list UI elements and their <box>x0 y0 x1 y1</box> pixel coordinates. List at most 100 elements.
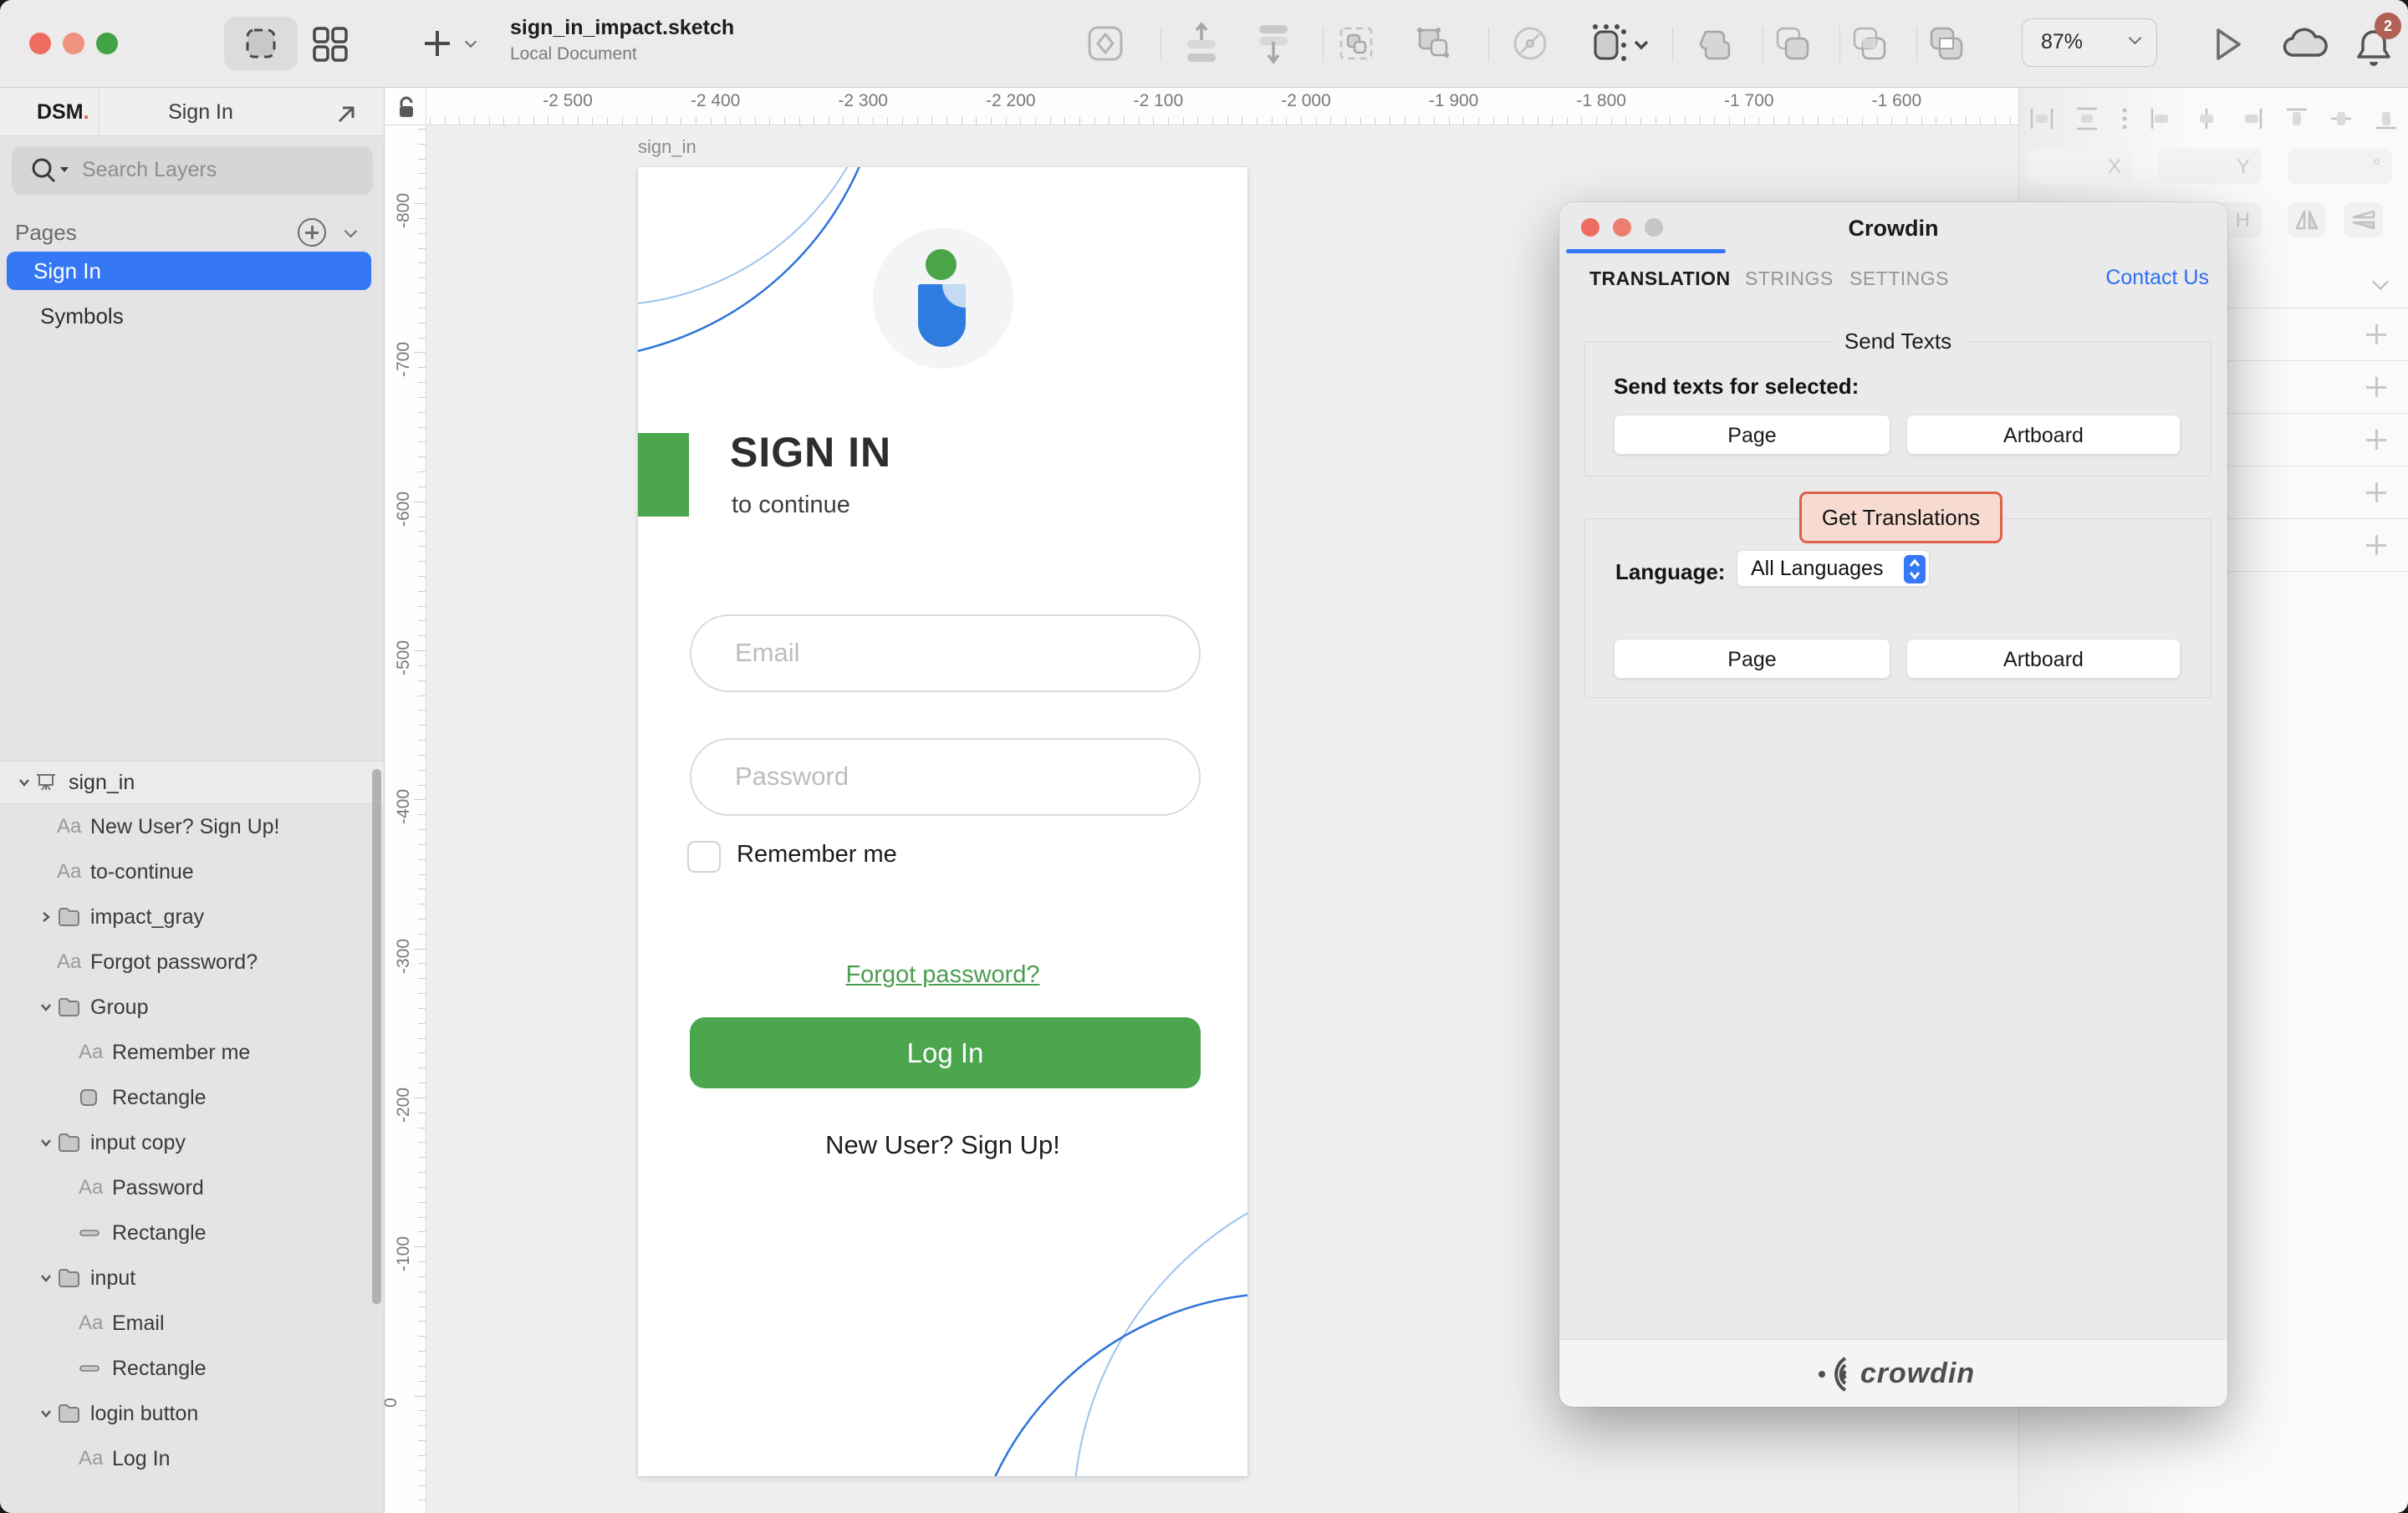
chevron-down-icon[interactable] <box>39 1407 53 1420</box>
boolean-union-button[interactable] <box>1696 25 1734 62</box>
language-dropdown[interactable]: All Languages <box>1737 550 1930 587</box>
crowdin-plugin-window: Crowdin TRANSLATION STRINGS SETTINGS Con… <box>1559 202 2227 1407</box>
send-backward-icon <box>1252 22 1294 65</box>
sign-up-text[interactable]: New User? Sign Up! <box>638 1130 1247 1160</box>
pages-collapse-chevron[interactable] <box>344 225 358 238</box>
send-artboard-button[interactable]: Artboard <box>1906 415 2181 455</box>
zoom-window-button[interactable] <box>96 33 118 54</box>
add-style-button[interactable] <box>2366 535 2386 555</box>
align-middle-vertical-icon[interactable] <box>2328 105 2354 132</box>
crowdin-title-bar[interactable]: Crowdin <box>1559 202 2227 252</box>
get-artboard-button[interactable]: Artboard <box>1906 639 2181 679</box>
zoom-level-dropdown[interactable]: 87% <box>2022 18 2157 67</box>
close-window-button[interactable] <box>29 33 51 54</box>
layer-row[interactable]: input <box>0 1256 384 1301</box>
boolean-subtract-button[interactable] <box>1773 25 1811 62</box>
boolean-intersect-button[interactable] <box>1849 25 1888 62</box>
layer-row[interactable]: Rectangle <box>0 1346 384 1391</box>
ruler-corner[interactable] <box>385 88 426 125</box>
distribute-horizontal-icon[interactable] <box>2028 105 2055 132</box>
password-field[interactable]: Password <box>690 738 1201 816</box>
boolean-difference-button[interactable] <box>1926 25 1965 62</box>
send-texts-legend: Send Texts <box>1831 329 1965 354</box>
section-collapse-chevron[interactable] <box>2372 273 2389 290</box>
layer-row[interactable]: AaPassword <box>0 1165 384 1210</box>
flip-vertical-button[interactable] <box>2344 202 2383 237</box>
forgot-password-link[interactable]: Forgot password? <box>638 961 1247 989</box>
add-style-button[interactable] <box>2366 482 2386 502</box>
layer-label: Group <box>90 996 148 1020</box>
flip-horizontal-button[interactable] <box>2288 202 2326 237</box>
page-item-symbols[interactable]: Symbols <box>7 297 371 335</box>
distribute-vertical-icon[interactable] <box>2074 105 2100 132</box>
layer-row[interactable]: Aato-continue <box>0 849 384 894</box>
contact-us-link[interactable]: Contact Us <box>2105 266 2209 290</box>
symbols-tool-button[interactable] <box>1085 23 1125 64</box>
resize-constraints-button[interactable] <box>1589 22 1652 65</box>
layer-row[interactable]: AaForgot password? <box>0 940 384 985</box>
tab-settings[interactable]: SETTINGS <box>1849 267 1949 290</box>
y-position-field[interactable]: Y <box>2158 149 2262 184</box>
x-position-field[interactable]: X <box>2028 149 2133 184</box>
chevron-down-icon[interactable] <box>18 776 31 789</box>
send-page-button[interactable]: Page <box>1614 415 1890 455</box>
external-link-icon[interactable] <box>334 103 358 126</box>
email-field[interactable]: Email <box>690 614 1201 692</box>
minimize-window-button[interactable] <box>63 33 84 54</box>
align-top-icon[interactable] <box>2283 105 2310 132</box>
v-ruler-label: -100 <box>394 1236 414 1271</box>
ungroup-button[interactable] <box>1413 23 1455 64</box>
layer-row[interactable]: AaEmail <box>0 1301 384 1346</box>
layer-row[interactable]: impact_gray <box>0 894 384 940</box>
add-style-button[interactable] <box>2366 324 2386 344</box>
page-item-sign-in[interactable]: Sign In <box>7 252 371 290</box>
more-options-icon[interactable] <box>2119 105 2130 132</box>
chevron-down-icon[interactable] <box>39 1271 53 1285</box>
remember-me-checkbox[interactable] <box>687 841 721 873</box>
layer-row[interactable]: sign_in <box>0 761 384 804</box>
align-left-icon[interactable] <box>2148 105 2175 132</box>
artboard-title[interactable]: sign_in <box>638 136 696 158</box>
get-translations-button[interactable]: Get Translations <box>1799 492 2002 543</box>
layer-list-view-toggle[interactable] <box>224 17 298 70</box>
tab-strings[interactable]: STRINGS <box>1745 267 1834 290</box>
chevron-down-icon[interactable] <box>39 1001 53 1014</box>
chevron-down-icon[interactable] <box>39 1136 53 1149</box>
group-button[interactable] <box>1336 23 1378 64</box>
add-style-button[interactable] <box>2366 377 2386 397</box>
layer-row[interactable]: Rectangle <box>0 1210 384 1256</box>
sidebar-scrollbar[interactable] <box>372 769 381 1304</box>
layer-row[interactable]: login button <box>0 1391 384 1436</box>
align-bottom-icon[interactable] <box>2373 105 2400 132</box>
chevron-right-icon[interactable] <box>39 910 53 924</box>
layer-row[interactable]: AaNew User? Sign Up! <box>0 804 384 849</box>
align-center-horizontal-icon[interactable] <box>2193 105 2220 132</box>
tab-translation[interactable]: TRANSLATION <box>1589 267 1731 290</box>
artboard[interactable]: SIGN IN to continue Email Password Remem… <box>638 167 1247 1476</box>
cloud-share-button[interactable] <box>2281 27 2329 62</box>
tab-dsm[interactable]: DSM. <box>37 100 89 125</box>
insert-button[interactable] <box>425 31 450 56</box>
layer-row[interactable]: Rectangle <box>0 1075 384 1120</box>
tab-sign-in[interactable]: Sign In <box>109 100 293 125</box>
grid-view-toggle[interactable] <box>311 25 349 64</box>
add-page-button[interactable] <box>298 218 326 247</box>
edit-shape-button[interactable] <box>1509 23 1551 64</box>
get-translations-groupbox: Language: Page Artboard <box>1584 518 2212 698</box>
text-layer-icon: Aa <box>79 1447 103 1470</box>
preview-button[interactable] <box>2206 23 2247 65</box>
search-input[interactable]: Search Layers <box>12 146 373 195</box>
bring-forward-button[interactable] <box>1181 22 1222 65</box>
layer-row[interactable]: AaLog In <box>0 1436 384 1481</box>
toolbar: sign_in_impact.sketch Local Document <box>0 0 2408 88</box>
layer-row[interactable]: AaRemember me <box>0 1030 384 1075</box>
layer-row[interactable]: Group <box>0 985 384 1030</box>
log-in-button[interactable]: Log In <box>690 1017 1201 1088</box>
align-right-icon[interactable] <box>2238 105 2265 132</box>
layer-row[interactable]: input copy <box>0 1120 384 1165</box>
insert-dropdown-chevron[interactable] <box>467 35 475 50</box>
get-page-button[interactable]: Page <box>1614 639 1890 679</box>
send-backward-button[interactable] <box>1252 22 1294 65</box>
rotation-field[interactable]: ° <box>2288 149 2392 184</box>
add-style-button[interactable] <box>2366 430 2386 450</box>
